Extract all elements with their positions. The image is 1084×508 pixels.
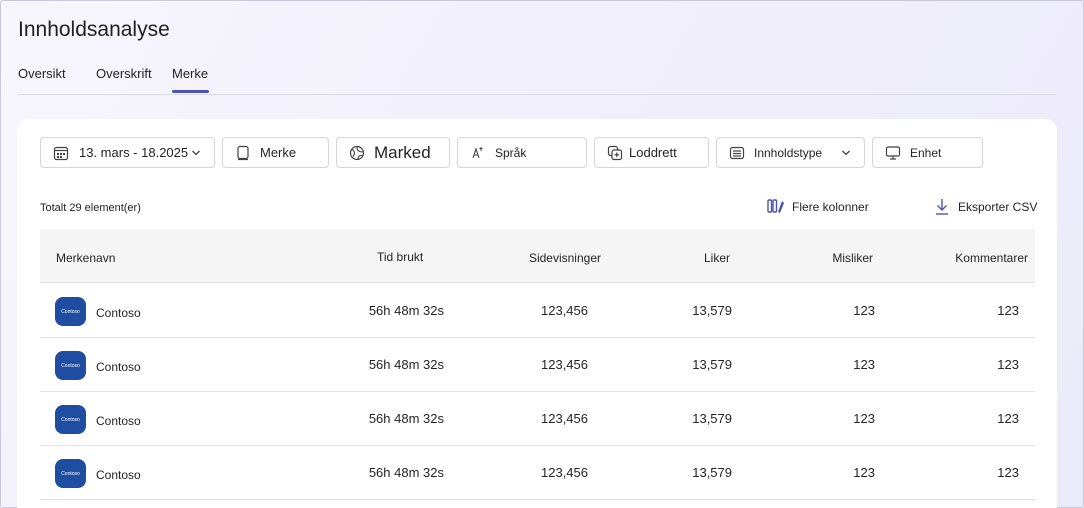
monitor-icon: [885, 145, 901, 160]
brand-name: Contoso: [96, 306, 141, 320]
calendar-icon: [53, 146, 69, 160]
dislikes-value: 123: [853, 357, 875, 372]
column-header-brand-name[interactable]: Merkenavn: [56, 251, 115, 265]
chevron-down-icon: [842, 150, 850, 156]
tab-oversikt[interactable]: Oversikt: [18, 66, 66, 81]
time-spent-value: 56h 48m 32s: [368, 465, 444, 480]
more-columns-button[interactable]: Flere kolonner: [767, 198, 869, 216]
brand-name: Contoso: [96, 414, 141, 428]
export-csv-label: Eksporter CSV: [958, 200, 1038, 214]
language-filter[interactable]: Språk: [457, 137, 587, 168]
likes-value: 13,579: [692, 357, 732, 372]
vertical-filter-label: Loddrett: [629, 145, 677, 160]
tab-bar: Oversikt Overskrift Merke: [18, 66, 1056, 95]
brand-logo-text: Contoso: [61, 362, 80, 369]
date-range-label: 13. mars - 18.2025: [79, 145, 189, 160]
comments-value: 123: [997, 465, 1019, 480]
page-views-value: 123,456: [541, 303, 588, 318]
dislikes-value: 123: [853, 303, 875, 318]
tablet-icon: [237, 145, 249, 160]
brand-logo-text: Contoso: [61, 470, 80, 477]
brand-name: Contoso: [96, 468, 141, 482]
vertical-filter[interactable]: Loddrett: [594, 137, 709, 168]
more-columns-label: Flere kolonner: [792, 200, 869, 214]
comments-value: 123: [997, 303, 1019, 318]
brand-logo: Contoso: [55, 297, 86, 326]
brand-logo: Contoso: [55, 351, 86, 380]
page-views-value: 123,456: [541, 357, 588, 372]
columns-icon: [767, 199, 784, 213]
tab-merke[interactable]: Merke: [172, 66, 210, 93]
table-row[interactable]: Contoso Contoso 56h 48m 32s 123,456 13,5…: [40, 284, 1035, 338]
device-filter[interactable]: Enhet: [872, 137, 983, 168]
brand-logo: Contoso: [55, 459, 86, 488]
brand-filter[interactable]: Merke: [222, 137, 329, 168]
market-filter[interactable]: Marked: [336, 137, 450, 168]
content-icon: [729, 146, 745, 159]
dislikes-value: 123: [853, 411, 875, 426]
market-filter-label: Marked: [374, 142, 431, 162]
table-row[interactable]: Contoso Contoso 56h 48m 32s 123,456 13,5…: [40, 392, 1035, 446]
time-spent-value: 56h 48m 32s: [368, 303, 444, 318]
likes-value: 13,579: [692, 303, 732, 318]
chevron-down-icon: [192, 150, 200, 156]
column-header-page-views[interactable]: Sidevisninger: [529, 251, 601, 265]
comments-value: 123: [997, 411, 1019, 426]
brand-filter-label: Merke: [260, 145, 297, 160]
likes-value: 13,579: [692, 411, 732, 426]
globe-icon: [349, 145, 365, 160]
comments-value: 123: [997, 357, 1019, 372]
page-views-value: 123,456: [541, 465, 588, 480]
time-spent-value: 56h 48m 32s: [368, 357, 444, 372]
content-type-filter[interactable]: Innholdstype: [716, 137, 865, 168]
device-filter-label: Enhet: [910, 145, 942, 160]
column-header-time-spent[interactable]: Tid brukt: [377, 250, 423, 264]
page-title: Innholdsanalyse: [18, 18, 170, 41]
table-header: Merkenavn Tid brukt Sidevisninger Liker …: [40, 229, 1035, 283]
column-header-comments[interactable]: Kommentarer: [955, 251, 1028, 265]
export-csv-button[interactable]: Eksporter CSV: [933, 198, 1037, 216]
date-range-filter[interactable]: 13. mars - 18.2025: [40, 137, 215, 168]
total-items-count: Totalt 29 element(er): [40, 202, 141, 214]
time-spent-value: 56h 48m 32s: [368, 411, 444, 426]
brand-logo: Contoso: [55, 405, 86, 434]
brand-logo-text: Contoso: [61, 416, 80, 423]
dislikes-value: 123: [853, 465, 875, 480]
column-header-likes[interactable]: Liker: [704, 251, 730, 265]
translate-icon: [472, 146, 483, 158]
table-row[interactable]: Contoso Contoso 56h 48m 32s 123,456 13,5…: [40, 338, 1035, 392]
tab-overskrift[interactable]: Overskrift: [96, 66, 152, 81]
column-header-dislikes[interactable]: Misliker: [832, 251, 873, 265]
add-layers-icon: [607, 145, 623, 160]
content-type-label: Innholdstype: [754, 145, 823, 160]
download-icon: [936, 199, 948, 215]
table-row[interactable]: Contoso Contoso 56h 48m 32s 123,456 13,5…: [40, 446, 1035, 500]
language-filter-label: Språk: [495, 145, 527, 160]
brand-name: Contoso: [96, 360, 141, 374]
likes-value: 13,579: [692, 465, 732, 480]
page-views-value: 123,456: [541, 411, 588, 426]
brand-logo-text: Contoso: [61, 308, 80, 315]
